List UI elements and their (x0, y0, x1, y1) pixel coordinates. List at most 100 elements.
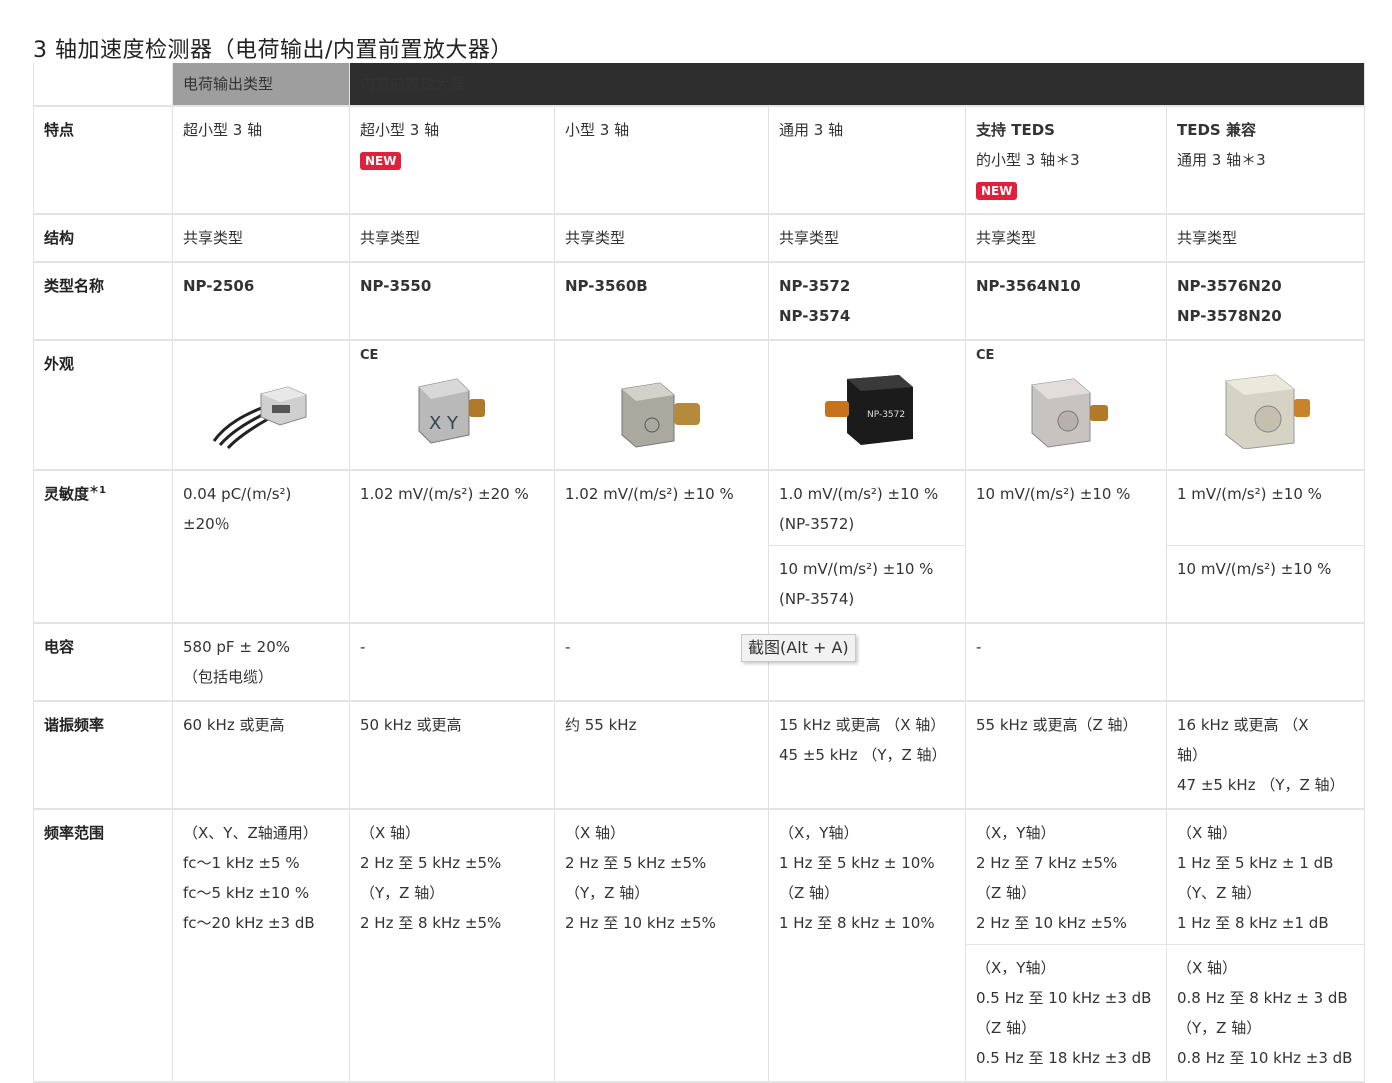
freq-range-cell: （X、Y、Z轴通用） fc～1 kHz ±5 % fc～5 kHz ±10 % … (172, 809, 350, 1083)
freq-range-cell: （X，Y轴） 1 Hz 至 5 kHz ± 10% （Z 轴） 1 Hz 至 8… (768, 809, 966, 1083)
freq-line: 2 Hz 至 8 kHz ±5% (360, 914, 502, 932)
sensitivity-cell: 10 mV/(m/s²) ±10 % (965, 470, 1167, 624)
freq-line: （X 轴） (1177, 959, 1238, 977)
resonance-line: 16 kHz 或更高 （X (1177, 716, 1309, 734)
feature-text: 通用 3 轴＊3 (1177, 151, 1266, 169)
freq-line: 0.5 Hz 至 10 kHz ±3 dB (976, 989, 1152, 1007)
header-row: 电荷输出类型 内置前置放大器 (33, 63, 1365, 107)
freq-range-cell: （X 轴） 1 Hz 至 5 kHz ± 1 dB （Y、Z 轴） 1 Hz 至… (1166, 809, 1365, 1083)
sensitivity-model: (NP-3574) (779, 590, 855, 608)
freq-line: （X 轴） (360, 824, 421, 842)
sensor-np3560b-image (621, 382, 700, 448)
freq-line: 2 Hz 至 5 kHz ±5% (360, 854, 502, 872)
row-appearance: 外观 CE X Y NP-3572 CE (33, 340, 1365, 471)
freq-line: （Y，Z 轴） (1177, 1019, 1262, 1037)
resonance-line: 45 ±5 kHz （Y，Z 轴） (779, 746, 947, 764)
svg-text:NP-3572: NP-3572 (867, 410, 905, 420)
freq-line: 2 Hz 至 5 kHz ±5% (565, 854, 707, 872)
freq-line: （X，Y轴） (976, 959, 1056, 977)
row-label-sensitivity: 灵敏度＊1 (33, 470, 173, 624)
row-model: 类型名称 NP-2506 NP-3550 NP-3560B NP-3572 NP… (33, 262, 1365, 341)
header-corner (33, 63, 173, 107)
freq-range-cell: （X，Y轴） 2 Hz 至 7 kHz ±5% （Z 轴） 2 Hz 至 10 … (965, 809, 1167, 1083)
appearance-cell: NP-3572 (768, 340, 966, 471)
model-name: NP-3564N10 (976, 277, 1081, 295)
model-name: NP-3576N20 (1177, 277, 1282, 295)
sensor-np3576n20-image (1225, 374, 1310, 449)
row-resonance: 谐振频率 60 kHz 或更高 50 kHz 或更高 约 55 kHz 15 k… (33, 701, 1365, 810)
freq-line: （Z 轴） (779, 884, 840, 902)
feature-cell: TEDS 兼容 通用 3 轴＊3 (1166, 106, 1365, 215)
freq-line: （Z 轴） (976, 884, 1037, 902)
resonance-cell: 50 kHz 或更高 (349, 701, 555, 810)
sensitivity-model: (NP-3572) (779, 515, 855, 533)
freq-line: 2 Hz 至 7 kHz ±5% (976, 854, 1118, 872)
row-feature: 特点 超小型 3 轴 超小型 3 轴 NEW 小型 3 轴 通用 3 轴 支持 … (33, 106, 1365, 215)
model-name: NP-3560B (565, 277, 648, 295)
sensitivity-cell: 1.02 mV/(m/s²) ±10 % (554, 470, 769, 624)
feature-title: 支持 TEDS (976, 121, 1055, 139)
model-cell: NP-3576N20 NP-3578N20 (1166, 262, 1365, 341)
capacitance-cell: - (965, 623, 1167, 702)
freq-line: 2 Hz 至 10 kHz ±5% (565, 914, 716, 932)
ce-mark: CE (976, 348, 995, 363)
freq-line: （X，Y轴） (976, 824, 1056, 842)
freq-line: 1 Hz 至 5 kHz ± 10% (779, 854, 935, 872)
freq-line: 1 Hz 至 8 kHz ± 10% (779, 914, 935, 932)
row-label-appearance: 外观 (33, 340, 173, 471)
sensitivity-value: 10 mV/(m/s²) ±10 % (1177, 560, 1332, 578)
resonance-line: 轴） (1177, 746, 1208, 764)
resonance-cell: 约 55 kHz (554, 701, 769, 810)
freq-line: fc～1 kHz ±5 % (183, 854, 300, 872)
appearance-cell (1166, 340, 1365, 471)
freq-range-cell: （X 轴） 2 Hz 至 5 kHz ±5% （Y，Z 轴） 2 Hz 至 8 … (349, 809, 555, 1083)
freq-sub: （X 轴） 0.8 Hz 至 8 kHz ± 3 dB （Y，Z 轴） 0.8 … (1167, 944, 1364, 1073)
structure-cell: 共享类型 (554, 214, 769, 263)
model-cell: NP-3564N10 (965, 262, 1167, 341)
resonance-cell: 60 kHz 或更高 (172, 701, 350, 810)
sensitivity-value: 1 mV/(m/s²) ±10 % (1177, 485, 1322, 503)
row-label-freq-range: 频率范围 (33, 809, 173, 1083)
sensitivity-sub: 1.0 mV/(m/s²) ±10 % (NP-3572) (769, 479, 965, 539)
structure-cell: 共享类型 (1166, 214, 1365, 263)
feature-text: 超小型 3 轴 (183, 121, 263, 139)
structure-cell: 共享类型 (349, 214, 555, 263)
appearance-cell (172, 340, 350, 471)
model-name: NP-3578N20 (1177, 307, 1282, 325)
freq-line: （Y、Z 轴） (1177, 884, 1262, 902)
structure-cell: 共享类型 (965, 214, 1167, 263)
sensor-np2506-image (212, 386, 307, 449)
row-sensitivity: 灵敏度＊1 0.04 pC/(m/s²) ±20％ 1.02 mV/(m/s²)… (33, 470, 1365, 624)
sensitivity-cell: 0.04 pC/(m/s²) ±20％ (172, 470, 350, 624)
appearance-cell: CE X Y (349, 340, 555, 471)
model-name: NP-2506 (183, 277, 255, 295)
capacitance-value: 580 pF ± 20% (183, 638, 290, 656)
row-label-model: 类型名称 (33, 262, 173, 341)
freq-line: 0.5 Hz 至 18 kHz ±3 dB (976, 1049, 1152, 1067)
model-cell: NP-2506 (172, 262, 350, 341)
freq-sub: （X，Y轴） 2 Hz 至 7 kHz ±5% （Z 轴） 2 Hz 至 10 … (966, 818, 1166, 938)
page-title: 3 轴加速度检测器（电荷输出/内置前置放大器） (33, 38, 513, 63)
freq-line: fc～20 kHz ±3 dB (183, 914, 315, 932)
sensitivity-cell: 1.0 mV/(m/s²) ±10 % (NP-3572) 10 mV/(m/s… (768, 470, 966, 624)
freq-line: （Z 轴） (976, 1019, 1037, 1037)
model-name: NP-3574 (779, 307, 851, 325)
footnote-marker: ＊1 (89, 485, 106, 496)
row-label-resonance: 谐振频率 (33, 701, 173, 810)
appearance-cell: CE (965, 340, 1167, 471)
freq-line: （X 轴） (1177, 824, 1238, 842)
sensitivity-cell: 1 mV/(m/s²) ±10 % 10 mV/(m/s²) ±10 % (1166, 470, 1365, 624)
resonance-cell: 55 kHz 或更高（Z 轴） (965, 701, 1167, 810)
capacitance-cell: - (349, 623, 555, 702)
capacitance-cell (1166, 623, 1365, 702)
freq-line: （Y，Z 轴） (360, 884, 445, 902)
model-name: NP-3572 (779, 277, 851, 295)
feature-text: 通用 3 轴 (779, 121, 844, 139)
freq-line: 1 Hz 至 8 kHz ±1 dB (1177, 914, 1329, 932)
spec-table: 电荷输出类型 内置前置放大器 特点 超小型 3 轴 超小型 3 轴 NEW 小型… (33, 63, 1365, 1083)
sensitivity-sub: 10 mV/(m/s²) ±10 % (NP-3574) (769, 545, 965, 614)
screenshot-tooltip: 截图(Alt + A) (741, 634, 856, 662)
row-label-structure: 结构 (33, 214, 173, 263)
resonance-cell: 16 kHz 或更高 （X 轴） 47 ±5 kHz （Y，Z 轴） (1166, 701, 1365, 810)
row-label-feature: 特点 (33, 106, 173, 215)
